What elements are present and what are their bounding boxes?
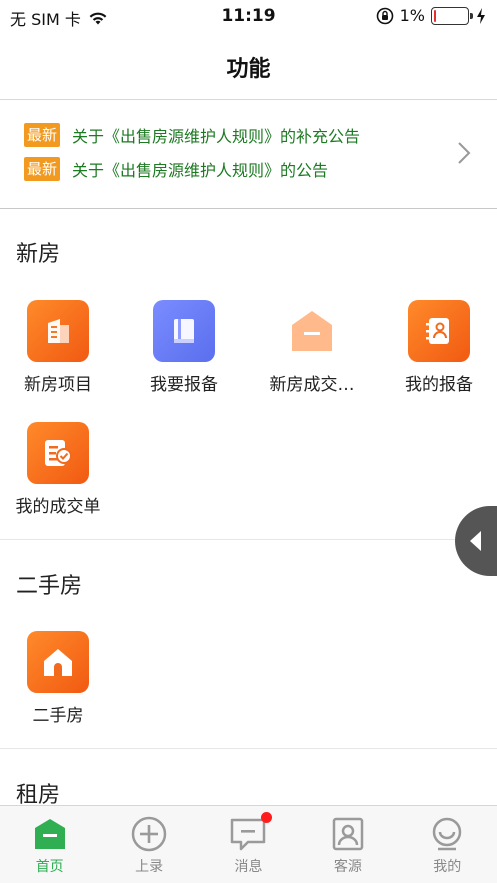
home-icon [34, 819, 65, 849]
grid-item-new-house-deal[interactable]: 新房成交… [250, 300, 374, 395]
charging-bolt-icon [477, 7, 485, 24]
page-title: 功能 [226, 56, 271, 82]
section-divider [0, 748, 497, 749]
tab-label: 客源 [333, 859, 362, 875]
new-badge: 最新 [24, 123, 61, 147]
check-document-icon [27, 422, 89, 484]
nav-bar: 功能 [0, 34, 497, 100]
tab-label: 首页 [35, 859, 64, 875]
announcement-item[interactable]: 最新 关于《出售房源维护人规则》的公告 [24, 157, 328, 181]
grid-item-report[interactable]: 我要报备 [122, 300, 246, 395]
announcement-item[interactable]: 最新 关于《出售房源维护人规则》的补充公告 [24, 123, 360, 147]
grid-item-my-deals[interactable]: 我的成交单 [0, 422, 120, 517]
battery-percent: 1% [399, 6, 425, 25]
tab-home[interactable]: 首页 [0, 806, 99, 883]
orientation-lock-icon [376, 7, 393, 24]
house-icon [27, 631, 89, 693]
building-doc-icon [27, 300, 89, 362]
battery-fill [434, 9, 436, 22]
tab-profile[interactable]: 我的 [398, 806, 497, 883]
battery-icon [431, 6, 473, 25]
caret-left-icon [470, 531, 481, 551]
grid-item-label: 我要报备 [150, 375, 218, 395]
contact-book-icon [408, 300, 470, 362]
book-icon [153, 300, 215, 362]
unread-badge [260, 812, 272, 823]
grid-item-second-hand[interactable]: 二手房 [0, 631, 120, 726]
tab-bar: 首页 上录 消息 客源 我的 [0, 805, 497, 883]
client-card-icon [332, 817, 364, 851]
profile-icon [433, 817, 462, 851]
section-divider [0, 539, 497, 540]
grid-item-new-house-project[interactable]: 新房项目 [0, 300, 120, 395]
chevron-right-icon[interactable] [457, 141, 471, 165]
grid-item-label: 二手房 [32, 706, 84, 726]
tab-label: 上录 [135, 859, 164, 875]
grid-item-label: 我的报备 [405, 375, 473, 395]
announcement-text: 关于《出售房源维护人规则》的补充公告 [72, 127, 361, 146]
plus-circle-icon [131, 816, 167, 852]
tab-label: 我的 [433, 859, 462, 875]
announcement-text: 关于《出售房源维护人规则》的公告 [72, 161, 329, 180]
tab-clients[interactable]: 客源 [298, 806, 397, 883]
tab-messages[interactable]: 消息 [199, 806, 298, 883]
section-title-second-hand: 二手房 [16, 574, 83, 599]
announcement-banner[interactable]: 最新 关于《出售房源维护人规则》的补充公告 最新 关于《出售房源维护人规则》的公… [0, 101, 497, 209]
status-right: 1% [376, 6, 487, 25]
grid-item-label: 我的成交单 [15, 497, 101, 517]
status-bar: 无 SIM 卡 11:19 1% [0, 0, 497, 34]
new-badge: 最新 [24, 157, 61, 181]
house-minus-icon [281, 300, 343, 362]
grid-item-label: 新房项目 [24, 375, 92, 395]
tab-add-listing[interactable]: 上录 [99, 806, 198, 883]
tab-label: 消息 [234, 859, 263, 875]
side-drawer-handle[interactable] [455, 506, 497, 576]
grid-item-label: 新房成交… [269, 375, 355, 395]
grid-item-my-report[interactable]: 我的报备 [377, 300, 497, 395]
section-title-new-house: 新房 [16, 242, 61, 267]
